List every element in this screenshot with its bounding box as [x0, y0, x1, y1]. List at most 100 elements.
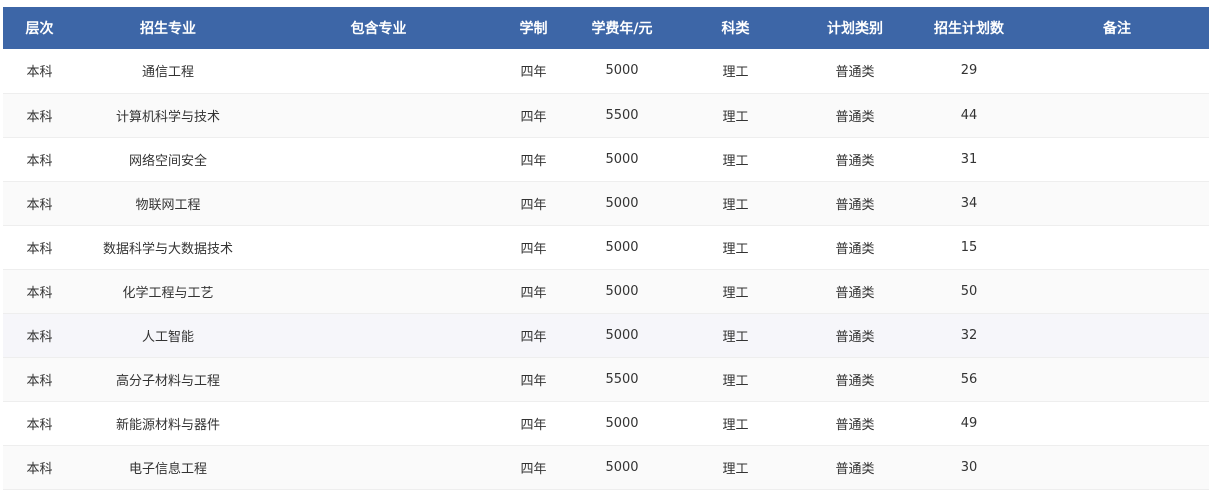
cell-major: 新能源材料与器件 — [115, 417, 220, 433]
cell-include — [260, 49, 497, 93]
cell-major: 网络空间安全 — [128, 153, 207, 169]
cell-major: 通信工程 — [141, 65, 194, 81]
cell-include — [260, 445, 497, 489]
cell-fee: 5000 — [605, 459, 639, 475]
header-plan-type: 计划类别 — [827, 21, 883, 37]
cell-category: 理工 — [722, 461, 749, 477]
cell-include — [260, 401, 497, 445]
cell-fee: 5000 — [605, 327, 639, 343]
cell-fee: 5000 — [605, 239, 639, 255]
cell-major: 物联网工程 — [135, 197, 201, 213]
cell-category: 理工 — [722, 153, 749, 169]
cell-category: 理工 — [722, 109, 749, 125]
cell-plan-type: 普通类 — [835, 285, 875, 301]
cell-category: 理工 — [722, 373, 749, 389]
cell-level: 本科 — [26, 373, 53, 389]
table-row: 本科 通信工程 四年 5000 理工 普通类 29 — [3, 49, 1209, 93]
table-row: 本科 人工智能 四年 5000 理工 普通类 32 — [3, 313, 1209, 357]
cell-count: 30 — [960, 459, 978, 475]
cell-plan-type: 普通类 — [835, 461, 875, 477]
cell-years: 四年 — [520, 373, 547, 389]
cell-fee: 5500 — [605, 371, 639, 387]
cell-level: 本科 — [26, 65, 53, 81]
cell-major: 电子信息工程 — [128, 461, 207, 477]
cell-include — [260, 137, 497, 181]
cell-level: 本科 — [26, 417, 53, 433]
table-row: 本科 高分子材料与工程 四年 5500 理工 普通类 56 — [3, 357, 1209, 401]
cell-fee: 5000 — [605, 195, 639, 211]
table-row: 本科 数据科学与大数据技术 四年 5000 理工 普通类 15 — [3, 225, 1209, 269]
cell-plan-type: 普通类 — [835, 329, 875, 345]
header-years: 学制 — [519, 21, 548, 37]
cell-plan-type: 普通类 — [835, 153, 875, 169]
cell-years: 四年 — [520, 153, 547, 169]
cell-count: 29 — [960, 63, 978, 79]
header-category: 科类 — [721, 21, 750, 37]
cell-category: 理工 — [722, 241, 749, 257]
cell-level: 本科 — [26, 461, 53, 477]
cell-years: 四年 — [520, 461, 547, 477]
cell-years: 四年 — [520, 285, 547, 301]
cell-note — [1025, 49, 1209, 93]
cell-note — [1025, 225, 1209, 269]
header-major: 招生专业 — [140, 21, 196, 37]
cell-major: 人工智能 — [141, 329, 194, 345]
cell-note — [1025, 445, 1209, 489]
cell-years: 四年 — [520, 109, 547, 125]
cell-plan-type: 普通类 — [835, 417, 875, 433]
table-row: 本科 物联网工程 四年 5000 理工 普通类 34 — [3, 181, 1209, 225]
cell-category: 理工 — [722, 417, 749, 433]
cell-count: 32 — [960, 327, 978, 343]
cell-fee: 5000 — [605, 415, 639, 431]
cell-include — [260, 181, 497, 225]
cell-include — [260, 313, 497, 357]
cell-count: 44 — [960, 107, 978, 123]
cell-level: 本科 — [26, 285, 53, 301]
enrollment-plan-table: 层次 招生专业 包含专业 学制 学费年/元 科类 计划类别 招生计划数 备注 本… — [3, 7, 1209, 490]
cell-plan-type: 普通类 — [835, 65, 875, 81]
cell-years: 四年 — [520, 241, 547, 257]
table-row: 本科 电子信息工程 四年 5000 理工 普通类 30 — [3, 445, 1209, 489]
cell-note — [1025, 401, 1209, 445]
cell-count: 34 — [960, 195, 978, 211]
cell-count: 49 — [960, 415, 978, 431]
cell-level: 本科 — [26, 197, 53, 213]
cell-level: 本科 — [26, 241, 53, 257]
cell-major: 化学工程与工艺 — [122, 285, 214, 301]
cell-note — [1025, 357, 1209, 401]
cell-level: 本科 — [26, 109, 53, 125]
cell-count: 31 — [960, 151, 978, 167]
header-row: 层次 招生专业 包含专业 学制 学费年/元 科类 计划类别 招生计划数 备注 — [3, 7, 1209, 49]
table-row: 本科 化学工程与工艺 四年 5000 理工 普通类 50 — [3, 269, 1209, 313]
cell-note — [1025, 93, 1209, 137]
header-count: 招生计划数 — [934, 21, 1004, 37]
cell-note — [1025, 181, 1209, 225]
cell-include — [260, 225, 497, 269]
cell-include — [260, 269, 497, 313]
header-level: 层次 — [25, 21, 54, 37]
cell-major: 数据科学与大数据技术 — [102, 241, 233, 257]
cell-years: 四年 — [520, 65, 547, 81]
cell-level: 本科 — [26, 153, 53, 169]
cell-fee: 5000 — [605, 151, 639, 167]
cell-category: 理工 — [722, 65, 749, 81]
enrollment-plan-table-wrapper: 层次 招生专业 包含专业 学制 学费年/元 科类 计划类别 招生计划数 备注 本… — [3, 7, 1209, 490]
cell-count: 15 — [960, 239, 978, 255]
header-fee: 学费年/元 — [591, 21, 653, 37]
cell-fee: 5500 — [605, 107, 639, 123]
cell-fee: 5000 — [605, 283, 639, 299]
table-body: 本科 通信工程 四年 5000 理工 普通类 29 本科 计算机科学与技术 四年… — [3, 49, 1209, 489]
cell-major: 高分子材料与工程 — [115, 373, 220, 389]
cell-plan-type: 普通类 — [835, 197, 875, 213]
cell-category: 理工 — [722, 197, 749, 213]
cell-years: 四年 — [520, 197, 547, 213]
cell-note — [1025, 137, 1209, 181]
cell-fee: 5000 — [605, 63, 639, 79]
cell-count: 56 — [960, 371, 978, 387]
cell-category: 理工 — [722, 329, 749, 345]
table-row: 本科 计算机科学与技术 四年 5500 理工 普通类 44 — [3, 93, 1209, 137]
table-header: 层次 招生专业 包含专业 学制 学费年/元 科类 计划类别 招生计划数 备注 — [3, 7, 1209, 49]
cell-note — [1025, 313, 1209, 357]
cell-plan-type: 普通类 — [835, 373, 875, 389]
cell-plan-type: 普通类 — [835, 109, 875, 125]
